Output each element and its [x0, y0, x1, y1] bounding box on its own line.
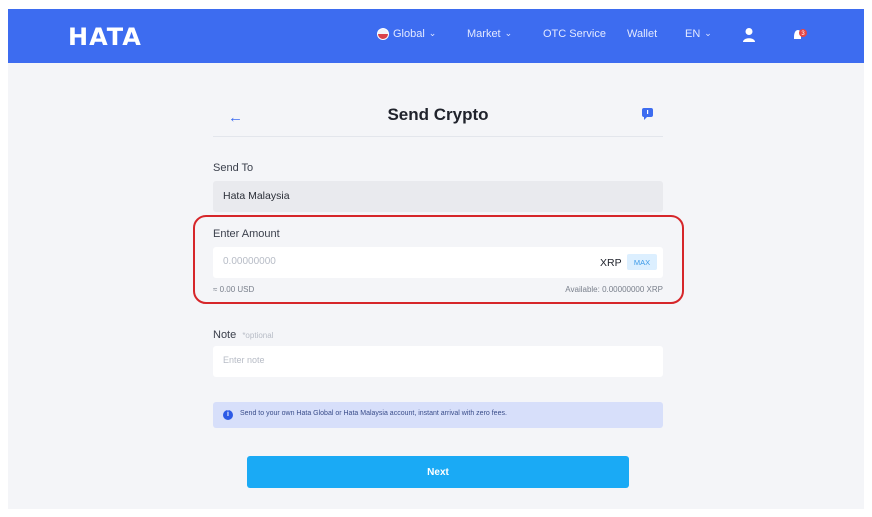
nav-language-label: EN — [685, 28, 701, 40]
nav-language[interactable]: EN ⌄ — [685, 27, 712, 41]
amount-input[interactable] — [223, 256, 473, 267]
note-field — [213, 346, 663, 377]
note-label-text: Note — [213, 329, 237, 341]
info-text: Send to your own Hata Global or Hata Mal… — [240, 410, 507, 417]
nav-otc-service[interactable]: OTC Service — [543, 28, 606, 40]
chevron-down-icon: ⌄ — [504, 27, 513, 38]
notification-bell-icon[interactable]: 3 — [792, 28, 808, 42]
app-window: HATA Global ⌄ Market ⌄ OTC Service Walle… — [8, 9, 864, 509]
chevron-down-icon: ⌄ — [428, 27, 437, 38]
nav-market-label: Market — [467, 28, 501, 40]
send-to-field: Hata Malaysia — [213, 181, 663, 212]
nav-global-label: Global — [393, 28, 425, 40]
note-optional-hint: *optional — [242, 331, 274, 340]
nav-otc-label: OTC Service — [543, 28, 606, 40]
info-banner: i Send to your own Hata Global or Hata M… — [213, 402, 663, 428]
next-button[interactable]: Next — [247, 456, 629, 488]
support-chat-icon[interactable] — [641, 108, 654, 120]
amount-field: XRP MAX — [213, 247, 663, 278]
note-input[interactable] — [223, 355, 643, 365]
note-label: Note *optional — [213, 329, 273, 341]
top-navbar: HATA Global ⌄ Market ⌄ OTC Service Walle… — [8, 9, 864, 63]
send-to-label: Send To — [213, 162, 254, 174]
send-crypto-card: ← Send Crypto Send To Hata Malaysia Ente… — [213, 92, 663, 492]
page-title: Send Crypto — [387, 105, 489, 124]
nav-wallet[interactable]: Wallet — [627, 28, 657, 40]
user-icon[interactable] — [742, 27, 756, 43]
hata-logo[interactable]: HATA — [68, 23, 142, 51]
nav-global[interactable]: Global ⌄ — [377, 28, 436, 40]
enter-amount-label: Enter Amount — [213, 228, 280, 240]
nav-wallet-label: Wallet — [627, 28, 658, 40]
globe-flag-icon — [377, 28, 389, 40]
nav-market[interactable]: Market ⌄ — [467, 27, 513, 41]
usd-estimate: ≈ 0.00 USD — [213, 285, 255, 294]
chevron-down-icon: ⌄ — [704, 27, 712, 38]
currency-label: XRP — [600, 257, 622, 269]
available-balance: Available: 0.00000000 XRP — [565, 285, 663, 294]
info-icon: i — [223, 410, 233, 420]
title-divider — [213, 136, 663, 137]
max-button[interactable]: MAX — [627, 254, 657, 270]
